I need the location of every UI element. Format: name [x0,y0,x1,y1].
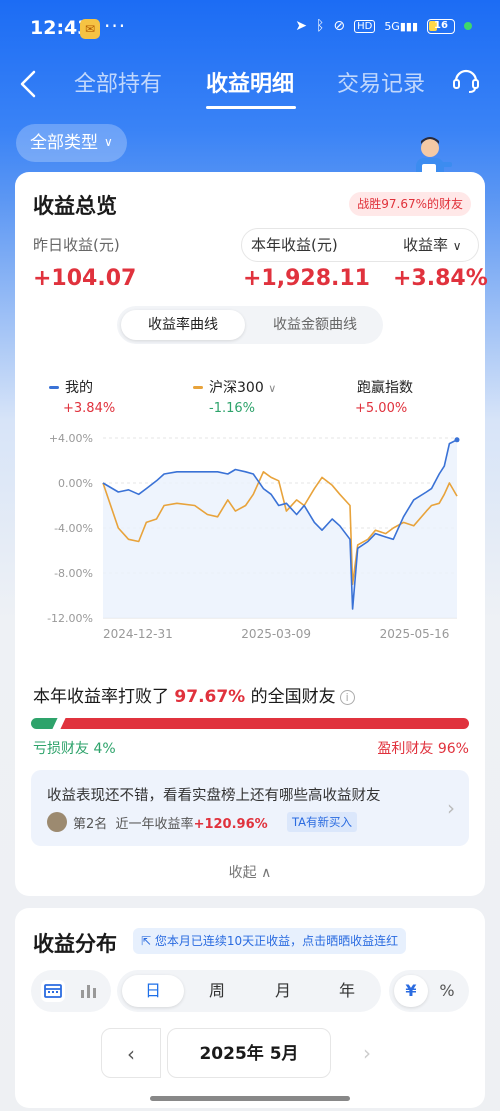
period-day[interactable]: 日 [122,975,184,1007]
info-icon[interactable]: i [339,690,355,705]
legend-name-index: 沪深300 [209,380,264,396]
bluetooth-icon: ᛒ [315,18,325,34]
legend-swatch-mine [49,386,59,389]
month-label: 2025年 5月 [167,1028,331,1078]
avatar [47,812,67,832]
home-indicator [150,1096,350,1101]
legend-swatch-index [193,386,203,389]
chevron-down-icon: ∨ [268,382,277,395]
unit-percent[interactable]: % [430,975,464,1007]
y-tick-label: -12.00% [47,612,93,625]
leaderboard-promo[interactable]: 收益表现还不错，看看实盘榜上还有哪些高收益财友 第2名 近一年收益率+120.9… [31,770,469,846]
promo-rank: 第2名 近一年收益率+120.96% [73,813,268,832]
active-tab-indicator [206,106,296,109]
period-month[interactable]: 月 [252,975,314,1007]
streak-share-link[interactable]: ⇱ 您本月已连续10天正收益，点击晒晒收益连红 [133,928,407,954]
hd-icon: HD [354,19,376,33]
streak-text: 您本月已连续10天正收益，点击晒晒收益连红 [154,934,399,948]
collapse-button[interactable]: 收起 ∧ [15,862,485,882]
index-selector[interactable]: 沪深300 ∨ [209,377,276,397]
earnings-distribution-card: 收益分布 ⇱ 您本月已连续10天正收益，点击晒晒收益连红 日 周 月 年 ¥ %… [15,908,485,1108]
series-end-point [454,437,460,443]
type-filter-label: 全部类型 [30,133,98,153]
earnings-overview-card: 收益总览 战胜97.67%的财友 昨日收益(元) +104.07 本年收益(元)… [15,172,488,896]
rate-selector[interactable]: 收益率 ∨ [403,234,462,255]
unit-toggle: ¥ % [389,970,469,1012]
tab-earnings-detail[interactable]: 收益明细 [206,66,294,98]
month-navigator: ‹ 2025年 5月 › [101,1028,397,1078]
app-notification-icon: ✉ [80,19,100,39]
collapse-label: 收起 [228,865,257,881]
yesterday-earnings-label: 昨日收益(元) [33,236,120,254]
y-tick-label: -8.00% [54,567,93,580]
year-earnings-label[interactable]: 本年收益(元) [251,234,338,255]
period-year[interactable]: 年 [316,975,378,1007]
rate-label: 收益率 [403,236,449,254]
curve-type-toggle: 收益率曲线 收益金额曲线 [117,306,383,344]
share-icon: ⇱ [141,934,152,948]
system-icons: ➤ ᛒ ⊘ HD 5G▮▮▮ 16 [295,18,472,34]
status-bar: 12:43 ✉ ··· ➤ ᛒ ⊘ HD 5G▮▮▮ 16 [0,0,500,58]
privacy-dot-icon [464,22,472,30]
chevron-up-icon: ∧ [261,865,272,881]
yesterday-earnings-value: +104.07 [33,266,137,291]
view-toggle [31,970,111,1012]
signal-icon: 5G▮▮▮ [384,19,418,33]
new-buy-tag: TA有新买入 [287,812,357,832]
beat-prefix: 本年收益率打败了 [33,687,169,707]
win-ratio-bar [59,718,469,729]
series-area-mine [103,439,457,618]
legend-value-index: -1.16% [209,401,255,416]
bar-chart-icon[interactable] [77,980,101,1002]
legend-name-excess: 跑赢指数 [357,380,413,396]
prev-month-button[interactable]: ‹ [101,1028,161,1078]
win-ratio-label: 盈利财友 96% [377,741,469,757]
back-arrow-icon[interactable] [14,64,46,104]
beat-statement: 本年收益率打败了 97.67% 的全国财友 i [33,682,355,707]
y-tick-label: 0.00% [58,477,93,490]
tab-amount-curve[interactable]: 收益金额曲线 [251,310,379,340]
chevron-down-icon: ∨ [452,239,462,253]
type-filter-dropdown[interactable]: 全部类型 ∨ [16,124,127,162]
chevron-right-icon: › [447,796,455,820]
y-tick-label: +4.00% [49,432,93,445]
tab-rate-curve[interactable]: 收益率曲线 [121,310,245,340]
distribution-title: 收益分布 [33,932,117,956]
chevron-down-icon: ∨ [104,135,113,149]
unit-amount[interactable]: ¥ [394,975,428,1007]
beat-suffix: 的全国财友 [250,687,336,707]
promo-text: 收益表现还不错，看看实盘榜上还有哪些高收益财友 [47,788,381,804]
rank-number: 第2名 [73,817,108,832]
location-icon: ➤ [295,18,307,34]
beat-badge[interactable]: 战胜97.67%的财友 [349,192,471,216]
rate-value: +3.84% [393,266,488,291]
mute-icon: ⊘ [333,18,346,34]
legend-name-mine: 我的 [65,380,93,396]
legend-value-mine: +3.84% [63,401,116,416]
x-tick-label: 2025-05-16 [380,627,450,641]
next-month-button[interactable]: › [337,1028,397,1078]
x-tick-label: 2025-03-09 [241,627,311,641]
legend-value-excess: +5.00% [355,401,408,416]
earnings-rate-chart[interactable]: +4.00% 0.00% -4.00% -8.00% -12.00% 2024-12-31… [15,422,485,652]
customer-service-icon[interactable] [450,64,482,96]
year-earnings-value: +1,928.11 [243,266,370,291]
overview-title: 收益总览 [33,194,117,218]
period-week[interactable]: 周 [186,975,248,1007]
rank-desc: 近一年收益率 [115,817,194,832]
beat-percent: 97.67% [174,687,246,707]
rank-value: +120.96% [193,817,268,832]
top-nav: 全部持有 收益明细 交易记录 [0,58,500,114]
more-notifications-icon: ··· [104,14,127,38]
x-tick-label: 2024-12-31 [103,627,173,641]
tab-transactions[interactable]: 交易记录 [337,66,425,98]
period-toggle: 日 周 月 年 [117,970,381,1012]
calendar-icon[interactable] [41,980,65,1002]
loss-ratio-label: 亏损财友 4% [33,741,116,757]
tab-holdings[interactable]: 全部持有 [74,66,162,98]
battery-icon: 16 [427,18,455,34]
y-tick-label: -4.00% [54,522,93,535]
